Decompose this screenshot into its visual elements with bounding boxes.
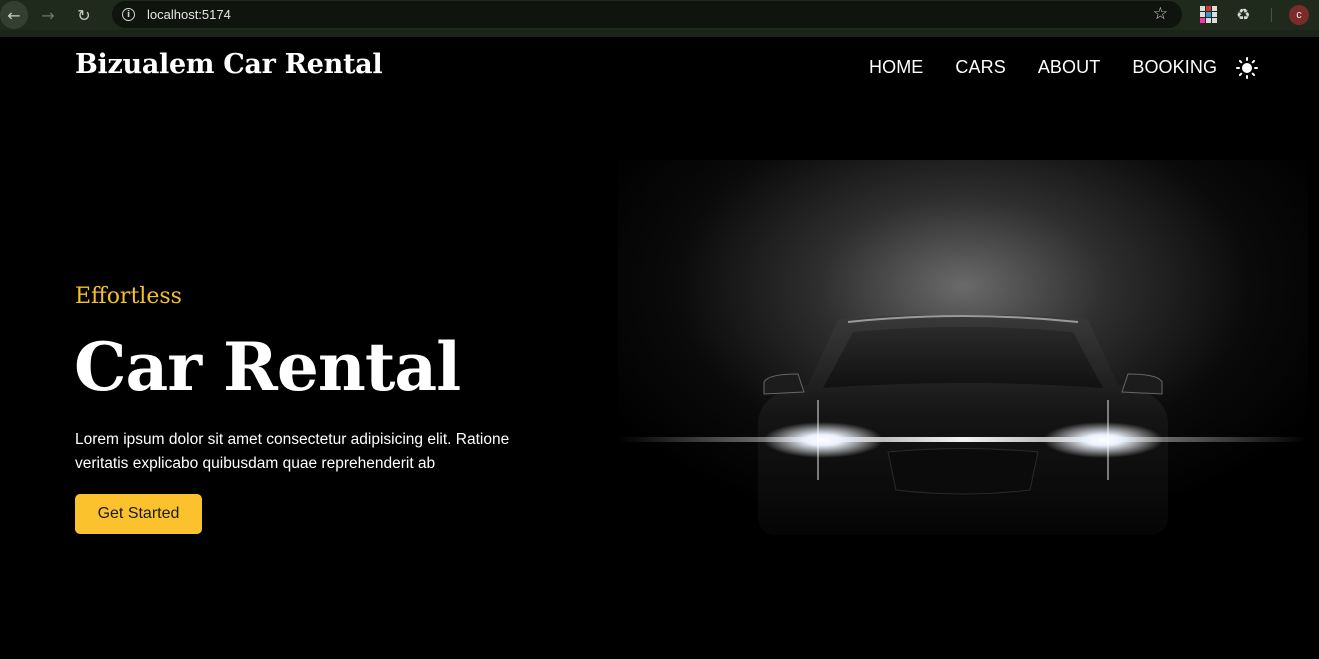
address-bar[interactable]: i localhost:5174 ☆ — [112, 1, 1182, 28]
info-icon[interactable]: i — [122, 8, 135, 21]
hero-eyebrow: Effortless — [75, 284, 182, 309]
main-nav: HOME CARS ABOUT BOOKING — [869, 57, 1249, 78]
puzzle-icon[interactable]: ♻ — [1236, 5, 1250, 24]
profile-avatar[interactable]: c — [1289, 5, 1309, 25]
get-started-button[interactable]: Get Started — [75, 494, 202, 534]
arrow-left-icon: ← — [7, 5, 21, 25]
hero-description: Lorem ipsum dolor sit amet consectetur a… — [75, 431, 510, 472]
nav-cars[interactable]: CARS — [955, 57, 1005, 78]
toolbar-divider — [1271, 8, 1272, 22]
site-brand[interactable]: Bizualem Car Rental — [75, 49, 383, 80]
url-text[interactable]: localhost:5174 — [147, 7, 231, 22]
sun-icon[interactable] — [1236, 57, 1258, 79]
reload-button[interactable]: ↻ — [70, 1, 98, 29]
toolbar-bottom-border — [0, 30, 1319, 37]
hero-title: Car Rental — [74, 328, 461, 406]
browser-toolbar: ← → ↻ i localhost:5174 ☆ ♻ c — [0, 0, 1319, 30]
car-headlights-image — [618, 160, 1308, 580]
nav-booking[interactable]: BOOKING — [1132, 57, 1217, 78]
arrow-right-icon: → — [41, 5, 55, 25]
site-header: Bizualem Car Rental HOME CARS ABOUT BOOK… — [0, 37, 1319, 99]
extension-icon[interactable] — [1200, 6, 1217, 23]
nav-home[interactable]: HOME — [869, 57, 923, 78]
forward-button[interactable]: → — [34, 1, 62, 29]
reload-icon: ↻ — [77, 5, 91, 25]
back-button[interactable]: ← — [0, 1, 28, 29]
nav-about[interactable]: ABOUT — [1038, 57, 1101, 78]
star-icon[interactable]: ☆ — [1153, 4, 1168, 24]
